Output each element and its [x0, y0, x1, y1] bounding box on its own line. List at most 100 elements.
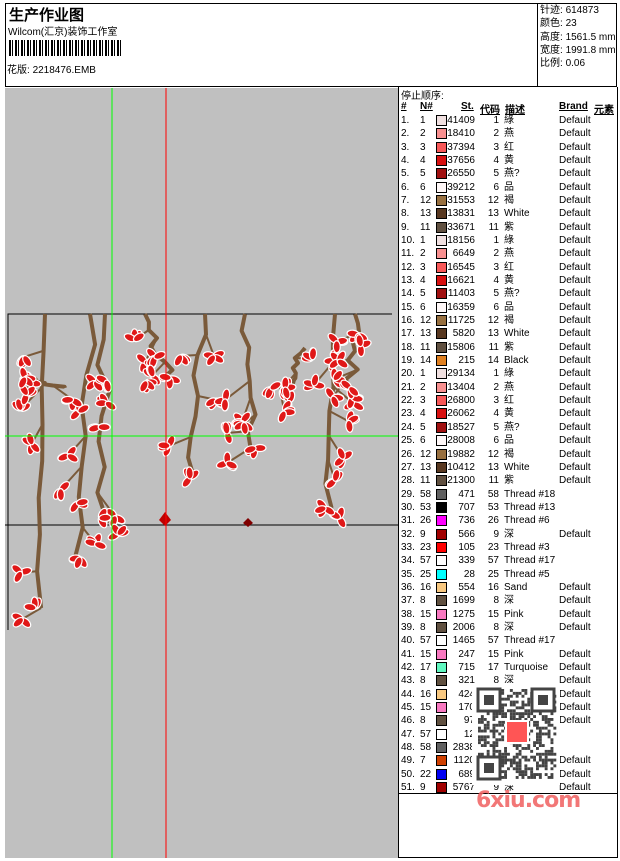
row-brand: Default [559, 115, 591, 126]
color-swatch [436, 328, 447, 340]
color-swatch [436, 208, 447, 220]
qr-module [504, 776, 507, 779]
blossom-petal [98, 513, 112, 522]
color-swatch [436, 581, 447, 593]
row-brand: Default [559, 261, 591, 273]
qr-module [509, 764, 513, 768]
qr-module [480, 752, 484, 756]
qr-module [524, 755, 528, 759]
row-brand: Default [559, 661, 591, 673]
row-description: 褐 [504, 195, 514, 207]
qr-module [527, 744, 531, 747]
row-description: 燕? [504, 168, 520, 180]
row-stitches: 18156 [447, 235, 475, 247]
color-row: 36. 16 554 16 Sand Default [399, 581, 617, 594]
qr-module [524, 764, 528, 768]
qr-module [486, 723, 490, 727]
color-swatch [436, 435, 447, 447]
stat-row: 比例: 0.06 [540, 57, 617, 70]
row-brand: Default [559, 221, 591, 233]
row-brand: Default [559, 275, 591, 287]
row-needle: 11 [420, 475, 431, 487]
qr-module [478, 720, 481, 724]
row-needle: 5 [420, 421, 426, 433]
qr-module [553, 732, 557, 736]
row-code: 23 [487, 541, 499, 553]
qr-module [541, 744, 545, 747]
qr-module [495, 729, 499, 733]
qr-module [515, 761, 519, 765]
qr-module [504, 761, 507, 765]
row-code: 11 [488, 475, 499, 487]
color-row: 41. 15 247 15 Pink Default [399, 648, 617, 661]
qr-module [501, 770, 505, 774]
qr-module [498, 752, 502, 756]
row-stitches: 11403 [447, 288, 475, 300]
row-description: White [504, 328, 530, 340]
color-swatch [436, 315, 447, 327]
row-code: 13 [487, 328, 499, 340]
row-description: 黄 [504, 408, 514, 420]
row-code: 15 [487, 648, 499, 660]
color-swatch [436, 355, 447, 367]
qr-module [536, 767, 539, 771]
qr-module [492, 729, 496, 733]
row-needle: 3 [420, 395, 426, 407]
qr-module [536, 764, 539, 768]
row-code: 2 [493, 381, 499, 393]
qr-module [498, 723, 502, 727]
row-description: Thread #17 [504, 555, 556, 567]
qr-module [518, 749, 522, 753]
qr-module [484, 695, 494, 705]
qr-module [547, 729, 551, 733]
design-filename: 2218476.EMB [32, 65, 96, 76]
qr-module [483, 723, 487, 727]
row-brand: Default [559, 368, 591, 380]
qr-module [507, 697, 510, 701]
row-description: 品 [504, 435, 514, 447]
blossom-petal [332, 340, 341, 354]
row-needle: 8 [420, 595, 426, 607]
color-swatch [436, 221, 447, 233]
row-stitches: 21300 [447, 475, 475, 487]
color-swatch [436, 155, 447, 167]
qr-module [536, 741, 539, 745]
row-brand: Default [559, 475, 591, 487]
qr-module [533, 720, 536, 724]
qr-module [521, 689, 525, 692]
row-stitches: 18410 [447, 128, 475, 140]
row-needle: 15 [420, 648, 432, 660]
color-row: 32. 9 566 9 深 Default [399, 528, 617, 541]
row-needle: 1 [420, 235, 426, 247]
row-code: 2 [493, 248, 499, 260]
row-brand: Default [559, 168, 591, 180]
qr-module [478, 752, 481, 756]
qr-module [530, 712, 534, 716]
row-description: 紫 [504, 341, 514, 353]
row-index: 43. [401, 675, 415, 687]
qr-module [518, 691, 522, 695]
color-swatch [436, 715, 447, 727]
qr-module [538, 735, 542, 739]
row-code: 11 [488, 221, 499, 233]
row-index: 47. [401, 728, 415, 740]
qr-module [530, 749, 534, 753]
row-stitches: 16359 [447, 301, 475, 313]
qr-module [521, 703, 525, 707]
qr-module [501, 689, 505, 692]
row-needle: 25 [420, 568, 432, 580]
color-row: 5. 5 26550 5 燕? Default [399, 167, 617, 180]
color-swatch [436, 341, 447, 353]
color-row: 26. 12 19882 12 褐 Default [399, 448, 617, 461]
qr-module [515, 700, 519, 704]
butterfly-motif [243, 518, 253, 527]
row-brand: Default [559, 421, 591, 433]
color-swatch [436, 181, 447, 193]
qr-module [533, 755, 536, 759]
qr-module [544, 718, 548, 721]
row-brand: Default [559, 155, 591, 167]
qr-module [547, 718, 551, 721]
qr-module [501, 691, 505, 695]
row-stitches: 1699 [452, 595, 475, 607]
qr-module [480, 720, 484, 724]
